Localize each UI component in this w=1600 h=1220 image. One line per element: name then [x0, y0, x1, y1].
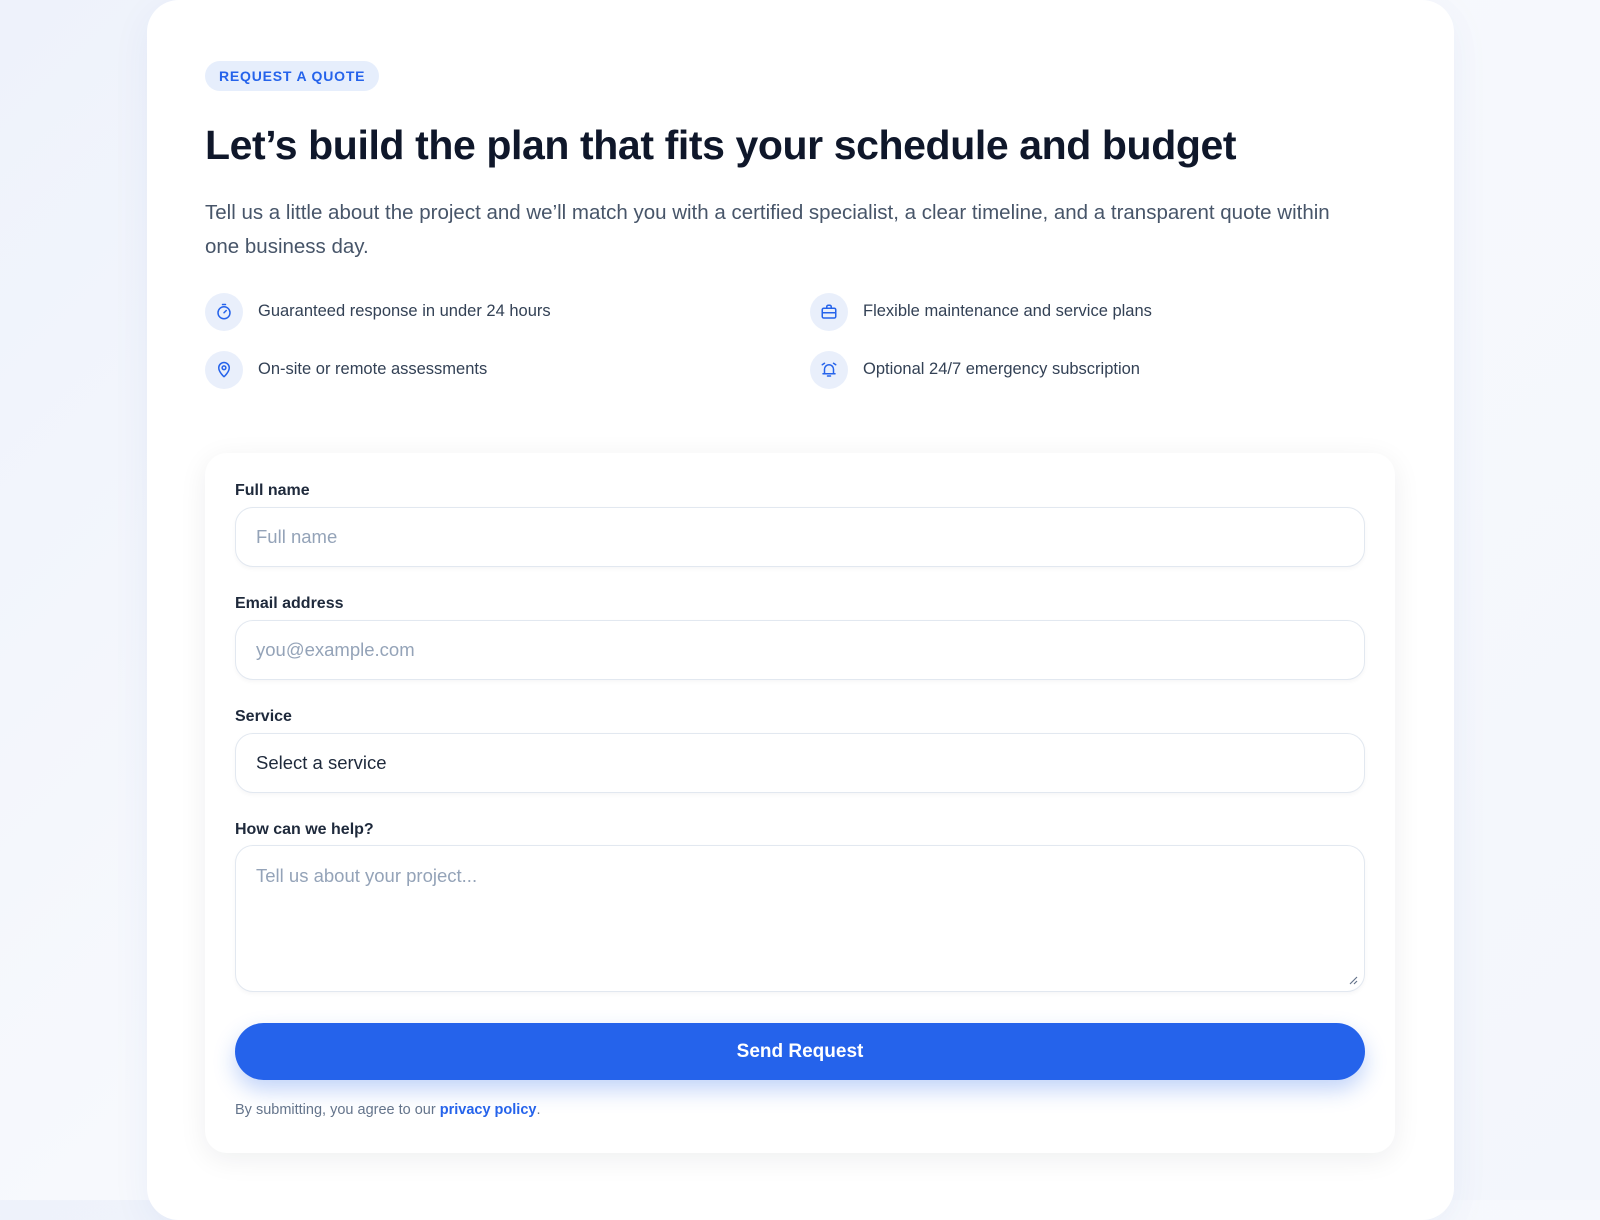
service-select[interactable]: Select a service — [235, 733, 1365, 793]
send-request-button[interactable]: Send Request — [235, 1023, 1365, 1080]
full-name-input[interactable] — [236, 508, 1364, 566]
eyebrow-badge: REQUEST A QUOTE — [205, 61, 380, 91]
privacy-policy-link[interactable]: privacy policy — [440, 1102, 537, 1118]
resize-handle-icon[interactable] — [1348, 975, 1358, 985]
feature-item-plans: Flexible maintenance and service plans — [810, 292, 1370, 331]
intro-text: Tell us a little about the project and w… — [205, 201, 1330, 258]
full-name-field-box — [235, 507, 1365, 567]
message-label: How can we help? — [235, 821, 374, 838]
quote-card: REQUEST A QUOTE Let’s build the plan tha… — [147, 0, 1454, 1220]
message-textarea[interactable] — [236, 846, 1364, 991]
service-label: Service — [235, 708, 292, 725]
feature-item-emergency: Optional 24/7 emergency subscription — [810, 350, 1370, 389]
disclaimer-period: . — [536, 1102, 541, 1118]
map-pin-icon — [205, 350, 243, 389]
feature-text: Guaranteed response in under 24 hours — [258, 302, 551, 320]
stopwatch-icon — [205, 292, 243, 331]
email-label: Email address — [235, 595, 344, 612]
feature-text: Optional 24/7 emergency subscription — [863, 360, 1140, 378]
privacy-disclaimer: By submitting, you agree to our privacy … — [235, 1102, 540, 1118]
feature-item-assessments: On-site or remote assessments — [205, 350, 810, 389]
alarm-bell-icon — [810, 350, 848, 389]
briefcase-icon — [810, 292, 848, 331]
email-field-box — [235, 620, 1365, 680]
page-title: Let’s build the plan that fits your sche… — [205, 122, 1237, 168]
quote-form: Full name Email address Service Select a… — [205, 453, 1395, 1153]
feature-text: On-site or remote assessments — [258, 360, 488, 378]
service-select-value: Select a service — [256, 752, 387, 773]
email-input[interactable] — [236, 621, 1364, 679]
feature-text: Flexible maintenance and service plans — [863, 302, 1152, 320]
full-name-label: Full name — [235, 482, 310, 499]
message-field-box — [235, 845, 1365, 992]
disclaimer-text: By submitting, you agree to our — [235, 1102, 440, 1118]
feature-list: Guaranteed response in under 24 hours Fl… — [205, 292, 1405, 389]
feature-item-response: Guaranteed response in under 24 hours — [205, 292, 810, 331]
